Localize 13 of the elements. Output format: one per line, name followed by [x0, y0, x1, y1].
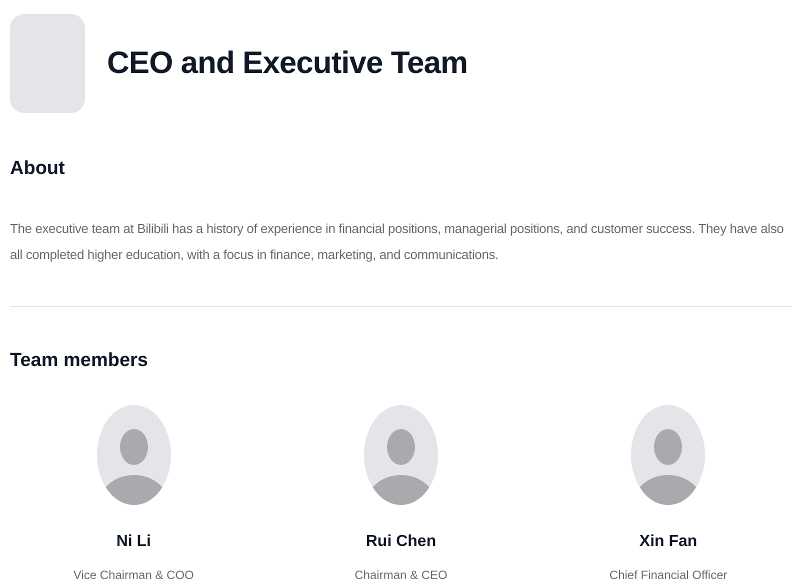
- section-heading: Team members: [9, 348, 149, 372]
- page-title: CEO and Executive Team: [107, 44, 468, 82]
- avatar-icon: [631, 405, 706, 505]
- member-name: Xin Fan: [639, 532, 698, 552]
- member-name: Rui Chen: [366, 532, 436, 552]
- section-heading: About: [9, 157, 66, 181]
- avatar-icon: [96, 405, 171, 505]
- member-role: Chief Financial Officer: [609, 567, 728, 579]
- about-paragraph: The executive team at Bilibili has a history of experience in financial positions, managerial positions, and customer success. They have also all completed higher education, with a focus in finance, marketing, and communications.: [9, 220, 785, 264]
- member-name: Ni Li: [116, 532, 151, 552]
- member-role: Vice Chairman & COO: [73, 567, 194, 579]
- member-role: Chairman & CEO: [354, 567, 448, 579]
- avatar-icon: [364, 405, 438, 505]
